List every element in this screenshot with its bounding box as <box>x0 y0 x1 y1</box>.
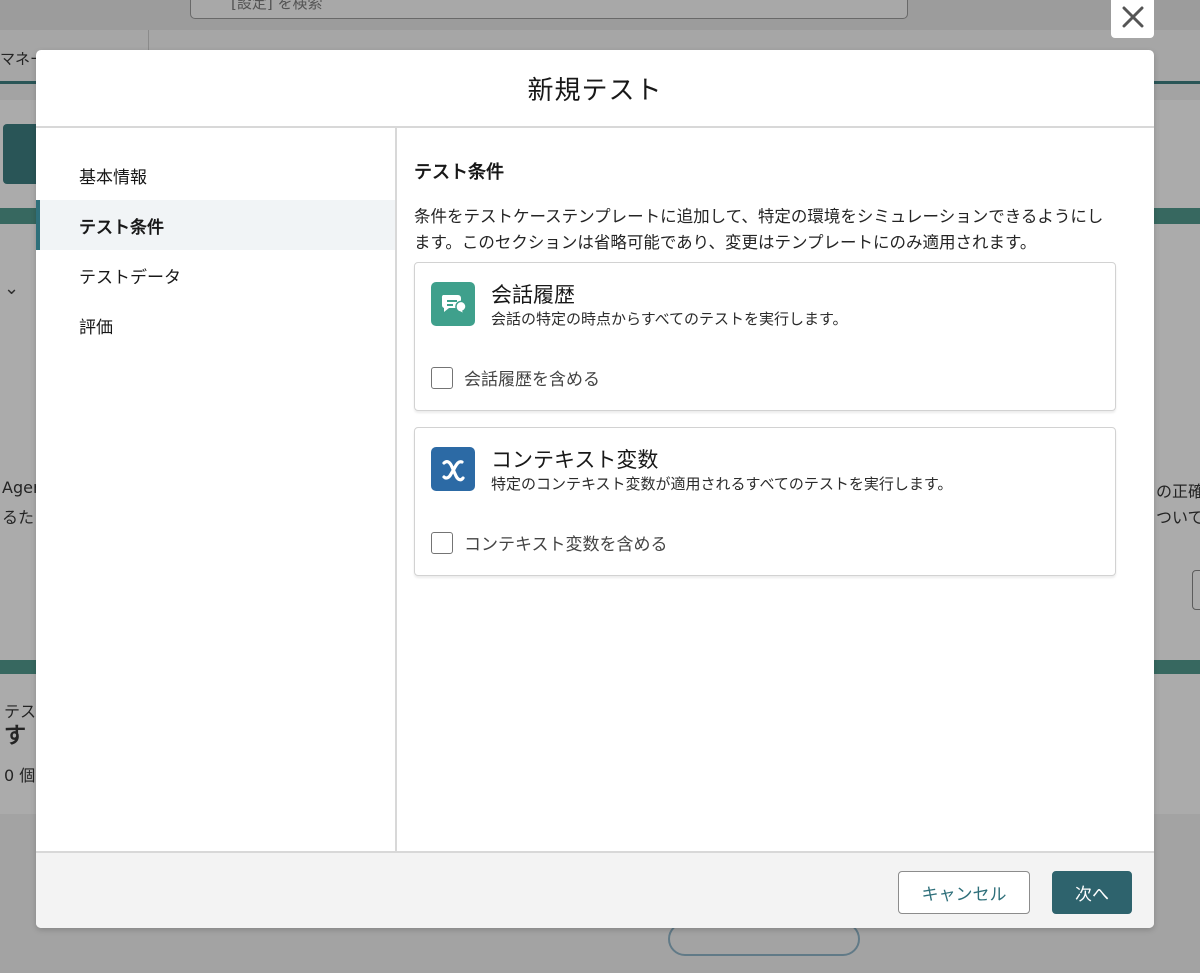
modal-title: 新規テスト <box>527 75 663 106</box>
modal-body: 基本情報 テスト条件 テストデータ 評価 テスト条件 条件をテストケーステンプレ… <box>36 128 1154 851</box>
option-title: コンテキスト変数 <box>491 448 659 472</box>
step-basic-info[interactable]: 基本情報 <box>36 150 395 200</box>
option-subtitle: 会話の特定の時点からすべてのテストを実行します。 <box>491 310 848 328</box>
next-button[interactable]: 次へ <box>1052 871 1132 914</box>
option-subtitle: 特定のコンテキスト変数が適用されるすべてのテストを実行します。 <box>491 475 953 493</box>
variable-icon <box>431 447 475 491</box>
close-icon <box>1122 6 1143 28</box>
close-button[interactable] <box>1111 0 1154 38</box>
step-test-data[interactable]: テストデータ <box>36 250 395 300</box>
section-description: 条件をテストケーステンプレートに追加して、特定の環境をシミュレーションできるよう… <box>414 207 1104 252</box>
step-content: テスト条件 条件をテストケーステンプレートに追加して、特定の環境をシミュレーショ… <box>397 128 1154 851</box>
section-title: テスト条件 <box>414 162 504 183</box>
step-test-conditions[interactable]: テスト条件 <box>36 200 395 250</box>
checkbox-label: 会話履歴を含める <box>464 370 600 390</box>
include-conversation-history-checkbox-row[interactable]: 会話履歴を含める <box>431 365 600 390</box>
cancel-button[interactable]: キャンセル <box>898 871 1030 914</box>
modal-header: 新規テスト <box>36 50 1154 128</box>
context-variables-card: コンテキスト変数 特定のコンテキスト変数が適用されるすべてのテストを実行します。… <box>414 427 1116 576</box>
chat-history-icon <box>431 282 475 326</box>
conversation-history-card: 会話履歴 会話の特定の時点からすべてのテストを実行します。 会話履歴を含める <box>414 262 1116 411</box>
step-evaluation[interactable]: 評価 <box>36 300 395 350</box>
include-context-variables-checkbox-row[interactable]: コンテキスト変数を含める <box>431 530 668 555</box>
new-test-modal: 新規テスト 基本情報 テスト条件 テストデータ 評価 テスト条件 条件をテストケ… <box>36 50 1154 928</box>
option-title: 会話履歴 <box>491 283 575 307</box>
include-context-variables-checkbox[interactable] <box>431 531 453 554</box>
checkbox-label: コンテキスト変数を含める <box>464 535 668 555</box>
include-conversation-history-checkbox[interactable] <box>431 366 453 389</box>
step-navigation: 基本情報 テスト条件 テストデータ 評価 <box>36 128 397 851</box>
modal-footer: キャンセル 次へ <box>36 851 1154 928</box>
